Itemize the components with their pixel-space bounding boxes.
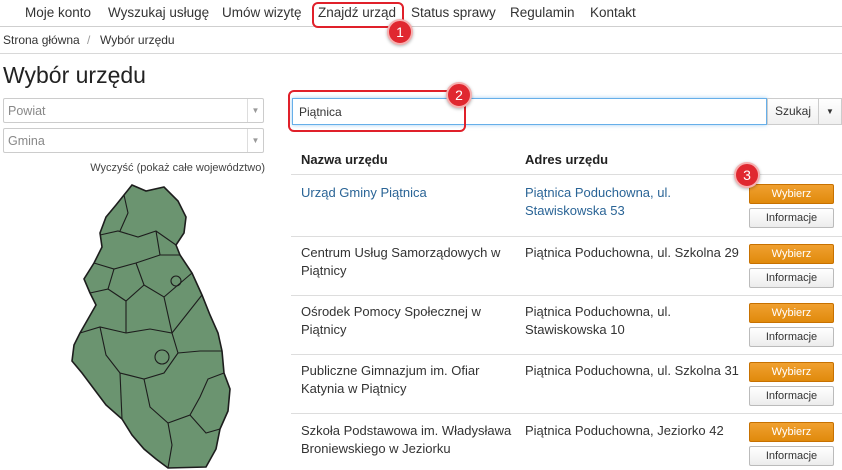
- office-info-button[interactable]: Informacje: [749, 327, 834, 347]
- office-name-link[interactable]: Urząd Gminy Piątnica: [301, 184, 516, 202]
- search-button[interactable]: Szukaj: [767, 98, 819, 125]
- step-marker-2: 2: [446, 82, 472, 108]
- office-info-button[interactable]: Informacje: [749, 268, 834, 288]
- office-name: Szkoła Podstawowa im. Władysława Broniew…: [301, 423, 512, 456]
- office-name: Publiczne Gimnazjum im. Ofiar Katynia w …: [301, 363, 480, 396]
- table-row: Szkoła Podstawowa im. Władysława Broniew…: [291, 413, 842, 470]
- nav-item-moje-konto[interactable]: Moje konto: [25, 5, 91, 20]
- breadcrumb-separator: /: [87, 33, 91, 47]
- search-options-button[interactable]: ▼: [819, 98, 842, 125]
- table-row: Publiczne Gimnazjum im. Ofiar Katynia w …: [291, 354, 842, 413]
- nav-item-regulamin[interactable]: Regulamin: [510, 5, 575, 20]
- office-info-button[interactable]: Informacje: [749, 446, 834, 466]
- highlight-frame-search: [288, 90, 466, 132]
- voivodeship-map[interactable]: [60, 183, 232, 470]
- nav-item-wyszukaj-usluge[interactable]: Wyszukaj usługę: [108, 5, 209, 20]
- office-name: Centrum Usług Samorządowych w Piątnicy: [301, 245, 501, 278]
- clear-filter-link[interactable]: Wyczyść (pokaż całe województwo): [90, 162, 265, 174]
- column-header-address: Adres urzędu: [525, 152, 609, 167]
- office-info-button[interactable]: Informacje: [749, 208, 834, 228]
- select-office-button[interactable]: Wybierz: [749, 362, 834, 382]
- step-marker-3: 3: [734, 162, 760, 188]
- chevron-down-icon: ▼: [247, 129, 263, 152]
- select-office-button[interactable]: Wybierz: [749, 422, 834, 442]
- breadcrumb: Strona główna / Wybór urzędu: [0, 27, 842, 54]
- nav-item-kontakt[interactable]: Kontakt: [590, 5, 636, 20]
- breadcrumb-home[interactable]: Strona główna: [3, 33, 80, 47]
- step-marker-1: 1: [387, 19, 413, 45]
- table-row: Urząd Gminy Piątnica Piątnica Poduchowna…: [291, 174, 842, 236]
- powiat-select[interactable]: Powiat ▼: [3, 98, 264, 123]
- office-address-link[interactable]: Piątnica Poduchowna, ul. Stawiskowska 53: [525, 184, 743, 220]
- gmina-select[interactable]: Gmina ▼: [3, 128, 264, 153]
- select-office-button[interactable]: Wybierz: [749, 303, 834, 323]
- table-row: Centrum Usług Samorządowych w Piątnicy P…: [291, 236, 842, 295]
- office-address: Piątnica Poduchowna, Jeziorko 42: [525, 423, 724, 438]
- office-address: Piątnica Poduchowna, ul. Szkolna 29: [525, 245, 739, 260]
- select-office-button[interactable]: Wybierz: [749, 244, 834, 264]
- office-info-button[interactable]: Informacje: [749, 386, 834, 406]
- column-header-name: Nazwa urzędu: [301, 152, 388, 167]
- nav-item-status-sprawy[interactable]: Status sprawy: [411, 5, 496, 20]
- top-navigation: Moje konto Wyszukaj usługę Umów wizytę Z…: [0, 0, 842, 27]
- office-name: Ośrodek Pomocy Społecznej w Piątnicy: [301, 304, 481, 337]
- gmina-select-placeholder: Gmina: [8, 134, 45, 148]
- office-address: Piątnica Poduchowna, ul. Szkolna 31: [525, 363, 739, 378]
- select-office-button[interactable]: Wybierz: [749, 184, 834, 204]
- caret-down-icon: ▼: [826, 107, 834, 116]
- table-row: Ośrodek Pomocy Społecznej w Piątnicy Pią…: [291, 295, 842, 354]
- breadcrumb-current: Wybór urzędu: [100, 33, 175, 47]
- page-title: Wybór urzędu: [3, 62, 146, 88]
- map-region-outline: [71, 184, 231, 469]
- chevron-down-icon: ▼: [247, 99, 263, 122]
- office-address: Piątnica Poduchowna, ul. Stawiskowska 10: [525, 304, 671, 337]
- nav-item-umow-wizyte[interactable]: Umów wizytę: [222, 5, 302, 20]
- powiat-select-placeholder: Powiat: [8, 104, 46, 118]
